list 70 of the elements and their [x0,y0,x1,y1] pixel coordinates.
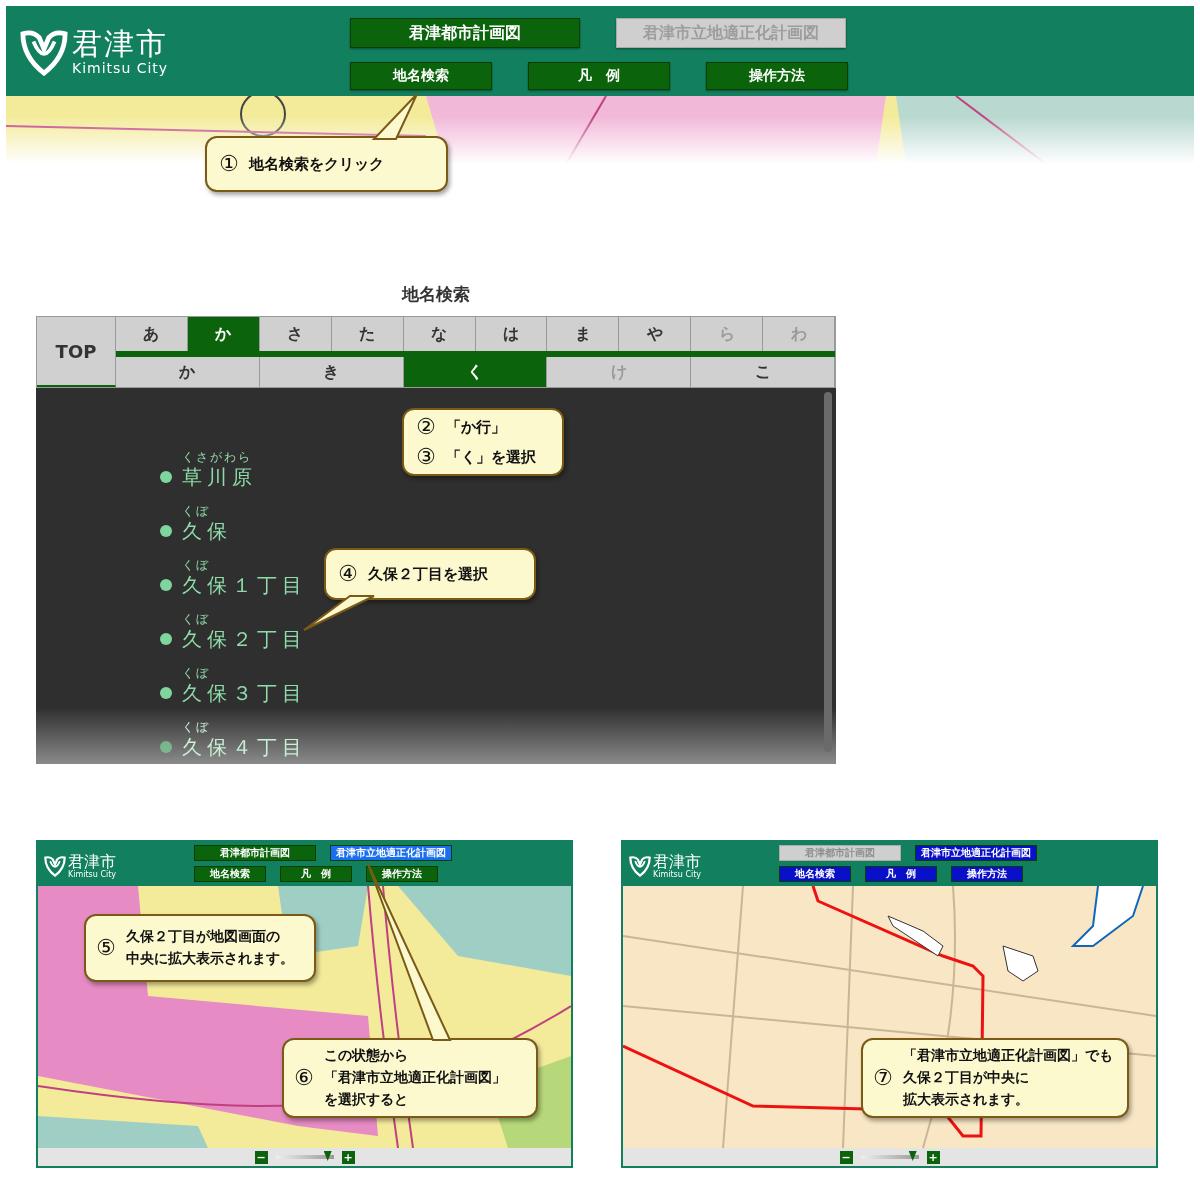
callout-text: 久保２丁目を選択 [367,564,488,585]
logo-subtitle: Kimitsu City [68,870,117,879]
map-tab-button[interactable]: 凡 例 [865,866,937,882]
bullet-icon [160,471,172,483]
map-tab-button[interactable]: 地名検索 [779,866,851,882]
top-button[interactable]: TOP [37,317,116,387]
furigana: くさがわら [182,451,253,464]
map-tab-button[interactable]: 地名検索 [194,866,266,882]
logo-text: 君津市 [72,28,169,60]
map-tab-button[interactable]: 君津市立地適正化計画図 [330,845,452,861]
place-name-link[interactable]: 草川原 [182,464,257,490]
callout-text: 久保２丁目が地図画面の [125,927,281,947]
furigana: くぼ [182,613,211,626]
bullet-icon [160,687,172,699]
map-tab-button[interactable]: 君津市立地適正化計画図 [915,845,1037,861]
shield-emblem-icon [44,855,66,877]
callout-text: 「か行」 [445,417,506,438]
bullet-icon [160,741,172,753]
map-tab-button[interactable]: 凡 例 [280,866,352,882]
shield-emblem-icon [629,855,651,877]
map-tab-button[interactable]: 操作方法 [706,62,848,90]
callout-text: 中央に拡大表示されます。 [125,949,294,968]
place-name-link[interactable]: 久保４丁目 [182,734,307,760]
step-number: ② [416,416,436,438]
logo-subtitle: Kimitsu City [653,870,702,879]
callout-text: 地名検索をクリック [248,154,384,175]
logo-text: 君津市 [68,853,117,870]
furigana: くぼ [182,721,211,734]
slider-thumb[interactable] [323,1151,332,1161]
place-name-link[interactable]: 久保１丁目 [182,572,307,598]
furigana: くぼ [182,667,211,680]
step-number: ③ [416,446,436,468]
callout-text: 「君津市立地適正化計画図」でも [902,1046,1113,1066]
kana-tab[interactable]: か [187,317,260,351]
bullet-icon [160,525,172,537]
furigana: くぼ [182,559,211,572]
logo-text: 君津市 [653,853,702,870]
logo-subtitle: Kimitsu City [72,60,169,76]
zoom-out-button[interactable]: − [254,1150,268,1164]
shield-emblem-icon [20,28,68,76]
place-name-link[interactable]: 久保２丁目 [182,626,307,652]
slider-thumb[interactable] [908,1151,917,1161]
map-tab-button[interactable]: 君津都市計画図 [350,18,580,48]
map-tab-button[interactable]: 操作方法 [366,866,438,882]
panel-title: 地名検索 [400,283,471,306]
callout-text: 拡大表示されます。 [902,1089,1030,1109]
kana-tab[interactable]: く [403,357,548,387]
callout-text: この状態から [323,1046,409,1066]
callout-text: 久保２丁目が中央に [902,1068,1030,1088]
zoom-out-button[interactable]: − [839,1150,853,1164]
zoom-in-button[interactable]: + [926,1150,940,1164]
step-number: ⑤ [96,937,116,959]
step-number: ① [219,153,239,175]
bullet-icon [160,579,172,591]
place-name-link[interactable]: 久保３丁目 [182,680,307,706]
map-tab-button[interactable]: 君津都市計画図 [194,845,316,861]
callout-text: 「君津市立地適正化計画図」 [323,1068,506,1088]
callout-text: 「く」を選択 [445,447,536,468]
bullet-icon [160,633,172,645]
map-tab-button[interactable]: 操作方法 [951,866,1023,882]
map-tab-button[interactable]: 凡 例 [528,62,670,90]
map-tab-button[interactable]: 地名検索 [350,62,492,90]
scrollbar[interactable] [824,392,832,752]
furigana: くぼ [182,505,211,518]
step-number: ⑥ [294,1067,314,1089]
zoom-in-button[interactable]: + [341,1150,355,1164]
place-name-link[interactable]: 久保 [182,518,232,544]
callout-text: を選択すると [323,1089,409,1109]
step-number: ⑦ [873,1067,893,1089]
step-number: ④ [338,563,358,585]
